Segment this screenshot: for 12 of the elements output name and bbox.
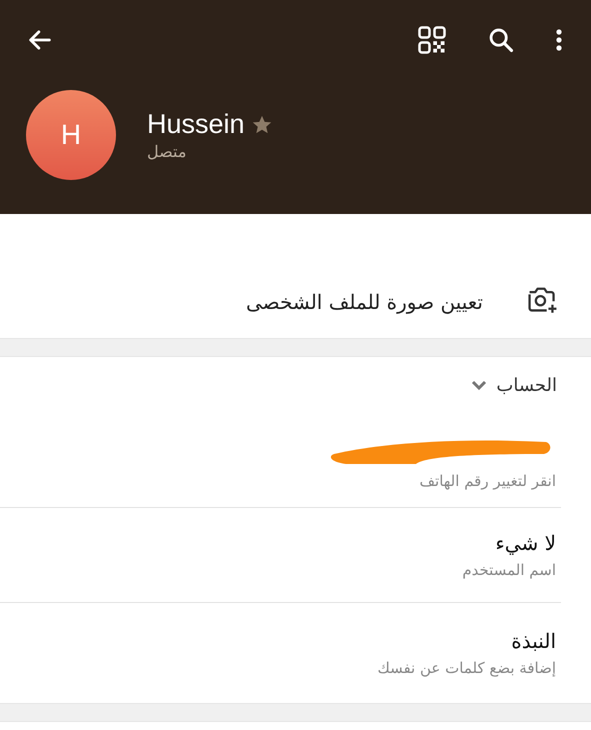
- profile-name: Hussein: [147, 109, 245, 140]
- section-title[interactable]: الحساب: [496, 374, 557, 396]
- field-value: لا شيء: [495, 531, 556, 555]
- field-label: إضافة بضع كلمات عن نفسك: [377, 659, 556, 677]
- qr-code-icon[interactable]: [417, 25, 447, 55]
- more-icon[interactable]: [555, 27, 563, 53]
- field-label: اسم المستخدم: [462, 561, 556, 579]
- online-status: متصل: [147, 142, 186, 161]
- field-value: النبذة: [511, 629, 556, 653]
- set-photo-link[interactable]: تعيين صورة للملف الشخصى: [246, 290, 483, 314]
- field-label: انقر لتغيير رقم الهاتف: [420, 472, 556, 490]
- search-icon[interactable]: [487, 26, 515, 54]
